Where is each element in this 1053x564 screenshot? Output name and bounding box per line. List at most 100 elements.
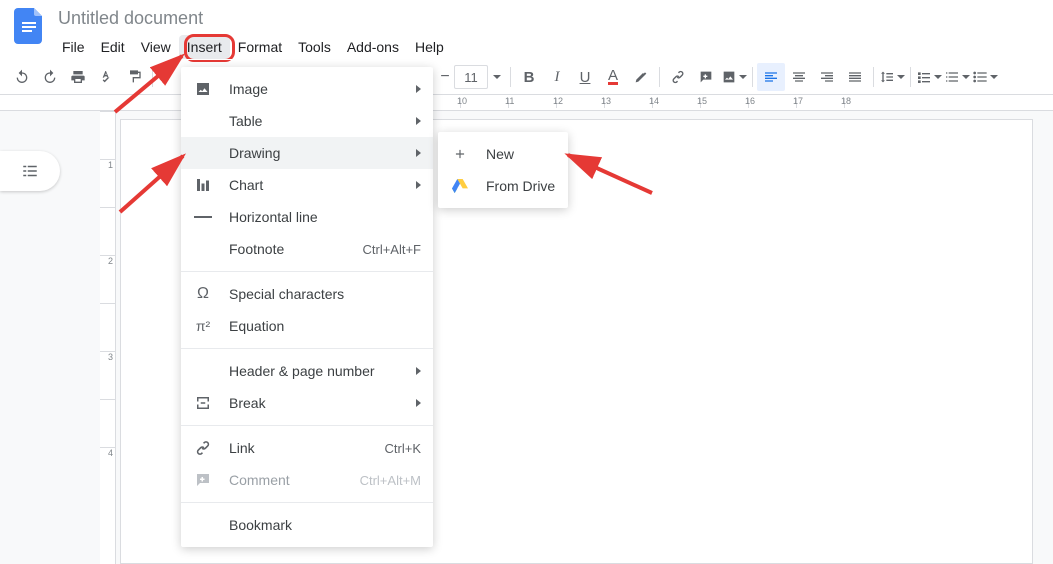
- drawing-submenu-from-drive[interactable]: From Drive: [438, 170, 568, 202]
- numbered-list-button[interactable]: [943, 63, 971, 91]
- font-size-decrease[interactable]: −: [436, 63, 454, 91]
- highlight-button[interactable]: [627, 63, 655, 91]
- menu-insert[interactable]: Insert: [179, 35, 230, 59]
- submenu-arrow-icon: [416, 149, 421, 157]
- line-spacing-button[interactable]: [878, 63, 906, 91]
- insert-menu-link[interactable]: Link Ctrl+K: [181, 432, 433, 464]
- chart-icon: [193, 175, 213, 195]
- menu-label: Comment: [229, 472, 336, 488]
- menu-label: Horizontal line: [229, 209, 421, 225]
- menu-edit[interactable]: Edit: [93, 35, 133, 59]
- insert-menu-footnote[interactable]: Footnote Ctrl+Alt+F: [181, 233, 433, 265]
- plus-icon: [450, 144, 470, 164]
- submenu-arrow-icon: [416, 367, 421, 375]
- menu-tools[interactable]: Tools: [290, 35, 339, 59]
- insert-menu-break[interactable]: Break: [181, 387, 433, 419]
- special-chars-icon: Ω: [193, 284, 213, 304]
- menu-label: Header & page number: [229, 363, 392, 379]
- menu-label: New: [486, 146, 556, 162]
- checklist-button[interactable]: [915, 63, 943, 91]
- menu-shortcut: Ctrl+Alt+M: [360, 473, 421, 488]
- font-size-increase[interactable]: [488, 63, 506, 91]
- insert-menu-image[interactable]: Image: [181, 73, 433, 105]
- insert-menu: Image Table Drawing Chart Horizontal lin…: [181, 67, 433, 547]
- paint-format-button[interactable]: [120, 63, 148, 91]
- drawing-submenu-new[interactable]: New: [438, 138, 568, 170]
- insert-comment-button[interactable]: [692, 63, 720, 91]
- insert-image-button[interactable]: [720, 63, 748, 91]
- insert-menu-chart[interactable]: Chart: [181, 169, 433, 201]
- vertical-ruler: 1234: [100, 111, 116, 564]
- image-icon: [193, 79, 213, 99]
- menu-label: Link: [229, 440, 361, 456]
- menu-label: Chart: [229, 177, 392, 193]
- horizontal-ruler: 101112131415161718: [0, 95, 1053, 111]
- align-justify-button[interactable]: [841, 63, 869, 91]
- drawing-icon: [193, 143, 213, 163]
- table-icon: [193, 111, 213, 131]
- align-left-button[interactable]: [757, 63, 785, 91]
- horizontal-line-icon: [193, 207, 213, 227]
- menu-divider: [181, 502, 433, 503]
- comment-icon: [193, 470, 213, 490]
- menu-label: Table: [229, 113, 392, 129]
- menubar: File Edit View Insert Format Tools Add-o…: [54, 31, 452, 59]
- print-button[interactable]: [64, 63, 92, 91]
- toolbar-separator: [152, 67, 153, 87]
- toolbar-separator: [873, 67, 874, 87]
- submenu-arrow-icon: [416, 399, 421, 407]
- bold-button[interactable]: B: [515, 63, 543, 91]
- insert-menu-drawing[interactable]: Drawing: [181, 137, 433, 169]
- submenu-arrow-icon: [416, 181, 421, 189]
- break-icon: [193, 393, 213, 413]
- toolbar-separator: [752, 67, 753, 87]
- menu-divider: [181, 425, 433, 426]
- undo-button[interactable]: [8, 63, 36, 91]
- menu-help[interactable]: Help: [407, 35, 452, 59]
- submenu-arrow-icon: [416, 85, 421, 93]
- menu-divider: [181, 271, 433, 272]
- insert-menu-special-chars[interactable]: Ω Special characters: [181, 278, 433, 310]
- menu-addons[interactable]: Add-ons: [339, 35, 407, 59]
- docs-logo[interactable]: [8, 6, 48, 46]
- menu-label: Equation: [229, 318, 421, 334]
- toolbar: − 11 B I U A: [0, 59, 1053, 95]
- menu-label: Footnote: [229, 241, 338, 257]
- menu-view[interactable]: View: [133, 35, 179, 59]
- underline-button[interactable]: U: [571, 63, 599, 91]
- italic-button[interactable]: I: [543, 63, 571, 91]
- doc-title[interactable]: Untitled document: [54, 6, 452, 31]
- menu-label: Special characters: [229, 286, 421, 302]
- insert-menu-bookmark[interactable]: Bookmark: [181, 509, 433, 541]
- menu-label: Image: [229, 81, 392, 97]
- menu-shortcut: Ctrl+K: [385, 441, 421, 456]
- toolbar-separator: [910, 67, 911, 87]
- insert-menu-table[interactable]: Table: [181, 105, 433, 137]
- drawing-submenu: New From Drive: [438, 132, 568, 208]
- menu-label: From Drive: [486, 178, 556, 194]
- menu-format[interactable]: Format: [230, 35, 290, 59]
- drive-icon: [450, 176, 470, 196]
- outline-toggle-button[interactable]: [0, 151, 60, 191]
- redo-button[interactable]: [36, 63, 64, 91]
- bookmark-icon: [193, 515, 213, 535]
- align-center-button[interactable]: [785, 63, 813, 91]
- menu-file[interactable]: File: [54, 35, 93, 59]
- link-icon: [193, 438, 213, 458]
- bulleted-list-button[interactable]: [971, 63, 999, 91]
- footnote-icon: [193, 239, 213, 259]
- menu-label: Break: [229, 395, 392, 411]
- insert-menu-header-page-number[interactable]: Header & page number: [181, 355, 433, 387]
- insert-menu-horizontal-line[interactable]: Horizontal line: [181, 201, 433, 233]
- font-size-input[interactable]: 11: [454, 65, 488, 89]
- align-right-button[interactable]: [813, 63, 841, 91]
- insert-link-button[interactable]: [664, 63, 692, 91]
- insert-menu-equation[interactable]: π² Equation: [181, 310, 433, 342]
- menu-label: Bookmark: [229, 517, 421, 533]
- text-color-button[interactable]: A: [599, 63, 627, 91]
- menu-shortcut: Ctrl+Alt+F: [362, 242, 421, 257]
- spellcheck-button[interactable]: [92, 63, 120, 91]
- toolbar-separator: [510, 67, 511, 87]
- insert-menu-comment: Comment Ctrl+Alt+M: [181, 464, 433, 496]
- menu-label: Drawing: [229, 145, 392, 161]
